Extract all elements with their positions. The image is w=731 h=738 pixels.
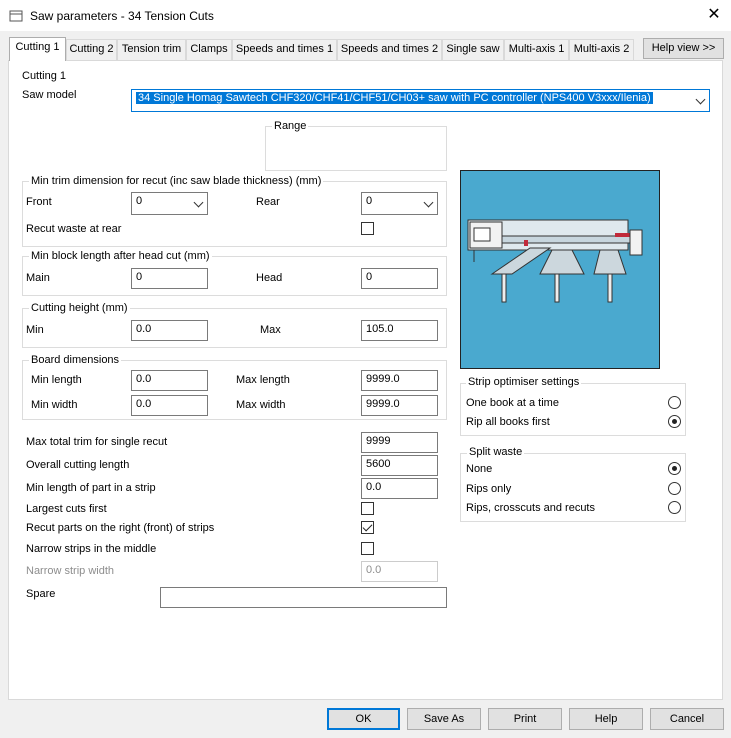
none-radio[interactable]: [668, 462, 681, 475]
head-label: Head: [256, 272, 283, 284]
rip-all-books-radio[interactable]: [668, 415, 681, 428]
recut-right-label: Recut parts on the right (front) of stri…: [26, 522, 215, 534]
strip-optimiser-group: [460, 383, 686, 436]
overall-length-input[interactable]: 5600: [361, 455, 438, 476]
height-min-input[interactable]: 0.0: [131, 320, 208, 341]
rips-crosscuts-recuts-label: Rips, crosscuts and recuts: [466, 502, 595, 514]
max-width-input[interactable]: 9999.0: [361, 395, 438, 416]
rips-crosscuts-recuts-radio[interactable]: [668, 501, 681, 514]
max-total-trim-label: Max total trim for single recut: [26, 436, 168, 448]
spare-input[interactable]: [160, 587, 447, 608]
narrow-width-input: 0.0: [361, 561, 438, 582]
chevron-down-icon: [193, 197, 204, 208]
rips-only-radio[interactable]: [668, 482, 681, 495]
recut-right-checkbox[interactable]: [361, 521, 374, 534]
chevron-down-icon: [423, 197, 434, 208]
one-book-radio[interactable]: [668, 396, 681, 409]
radio-dot-icon: [672, 419, 677, 424]
largest-cuts-label: Largest cuts first: [26, 503, 107, 515]
radio-dot-icon: [672, 466, 677, 471]
tab-tension-trim[interactable]: Tension trim: [117, 39, 186, 60]
window-title: Saw parameters - 34 Tension Cuts: [30, 9, 214, 23]
chevron-down-icon: [695, 94, 706, 105]
recut-waste-checkbox[interactable]: [361, 222, 374, 235]
narrow-middle-label: Narrow strips in the middle: [26, 543, 157, 555]
section-title: Cutting 1: [22, 70, 67, 82]
close-icon[interactable]: ✕: [703, 5, 725, 25]
one-book-label: One book at a time: [466, 397, 559, 409]
tab-speeds-and-times-2[interactable]: Speeds and times 2: [337, 39, 442, 60]
board-dimensions-title: Board dimensions: [29, 354, 122, 366]
rear-dropdown[interactable]: 0: [361, 192, 438, 215]
rip-all-books-label: Rip all books first: [466, 416, 550, 428]
main-label: Main: [26, 272, 50, 284]
help-button[interactable]: Help: [569, 708, 643, 730]
split-waste-title: Split waste: [467, 446, 525, 458]
tab-cutting-2[interactable]: Cutting 2: [66, 39, 117, 60]
min-width-label: Min width: [31, 399, 78, 411]
saw-model-dropdown[interactable]: 34 Single Homag Sawtech CHF320/CHF41/CHF…: [131, 89, 710, 112]
ok-button[interactable]: OK: [327, 708, 400, 730]
max-total-trim-input[interactable]: 9999: [361, 432, 438, 453]
range-group: [265, 126, 447, 171]
none-label: None: [466, 463, 493, 475]
head-input[interactable]: 0: [361, 268, 438, 289]
saw-model-value: 34 Single Homag Sawtech CHF320/CHF41/CHF…: [136, 92, 653, 104]
max-length-label: Max length: [236, 374, 290, 386]
tab-cutting-1[interactable]: Cutting 1: [9, 37, 66, 61]
tab-single-saw[interactable]: Single saw: [442, 39, 504, 60]
height-max-input[interactable]: 105.0: [361, 320, 438, 341]
height-max-label: Max: [260, 324, 281, 336]
print-button[interactable]: Print: [488, 708, 562, 730]
cancel-button[interactable]: Cancel: [650, 708, 724, 730]
largest-cuts-checkbox[interactable]: [361, 502, 374, 515]
max-length-input[interactable]: 9999.0: [361, 370, 438, 391]
front-dropdown[interactable]: 0: [131, 192, 208, 215]
tab-multi-axis-2[interactable]: Multi-axis 2: [569, 39, 634, 60]
save-as-button[interactable]: Save As: [407, 708, 481, 730]
tab-clamps[interactable]: Clamps: [186, 39, 232, 60]
cutting-height-title: Cutting height (mm): [29, 302, 130, 314]
front-value: 0: [136, 195, 143, 207]
min-part-length-input[interactable]: 0.0: [361, 478, 438, 499]
help-view-button[interactable]: Help view >>: [643, 38, 724, 59]
front-label: Front: [26, 196, 52, 208]
main-input[interactable]: 0: [131, 268, 208, 289]
min-length-label: Min length: [31, 374, 82, 386]
narrow-middle-checkbox[interactable]: [361, 542, 374, 555]
min-block-title: Min block length after head cut (mm): [29, 250, 212, 262]
rear-value: 0: [366, 195, 373, 207]
rips-only-label: Rips only: [466, 483, 512, 495]
spare-label: Spare: [26, 588, 56, 600]
overall-length-label: Overall cutting length: [26, 459, 130, 471]
min-width-input[interactable]: 0.0: [131, 395, 208, 416]
min-length-input[interactable]: 0.0: [131, 370, 208, 391]
app-icon: [9, 10, 23, 22]
min-part-length-label: Min length of part in a strip: [26, 482, 156, 494]
min-trim-title: Min trim dimension for recut (inc saw bl…: [29, 175, 324, 187]
height-min-label: Min: [26, 324, 44, 336]
rear-label: Rear: [256, 196, 280, 208]
tab-speeds-and-times-1[interactable]: Speeds and times 1: [232, 39, 337, 60]
recut-waste-label: Recut waste at rear: [26, 223, 122, 235]
narrow-width-label: Narrow strip width: [26, 565, 115, 577]
tab-multi-axis-1[interactable]: Multi-axis 1: [504, 39, 569, 60]
check-mark-icon: [362, 521, 373, 532]
strip-optimiser-title: Strip optimiser settings: [466, 376, 582, 388]
range-label: Range: [272, 120, 309, 132]
saw-machine-illustration: [460, 170, 660, 369]
saw-model-label: Saw model: [22, 89, 77, 101]
max-width-label: Max width: [236, 399, 286, 411]
